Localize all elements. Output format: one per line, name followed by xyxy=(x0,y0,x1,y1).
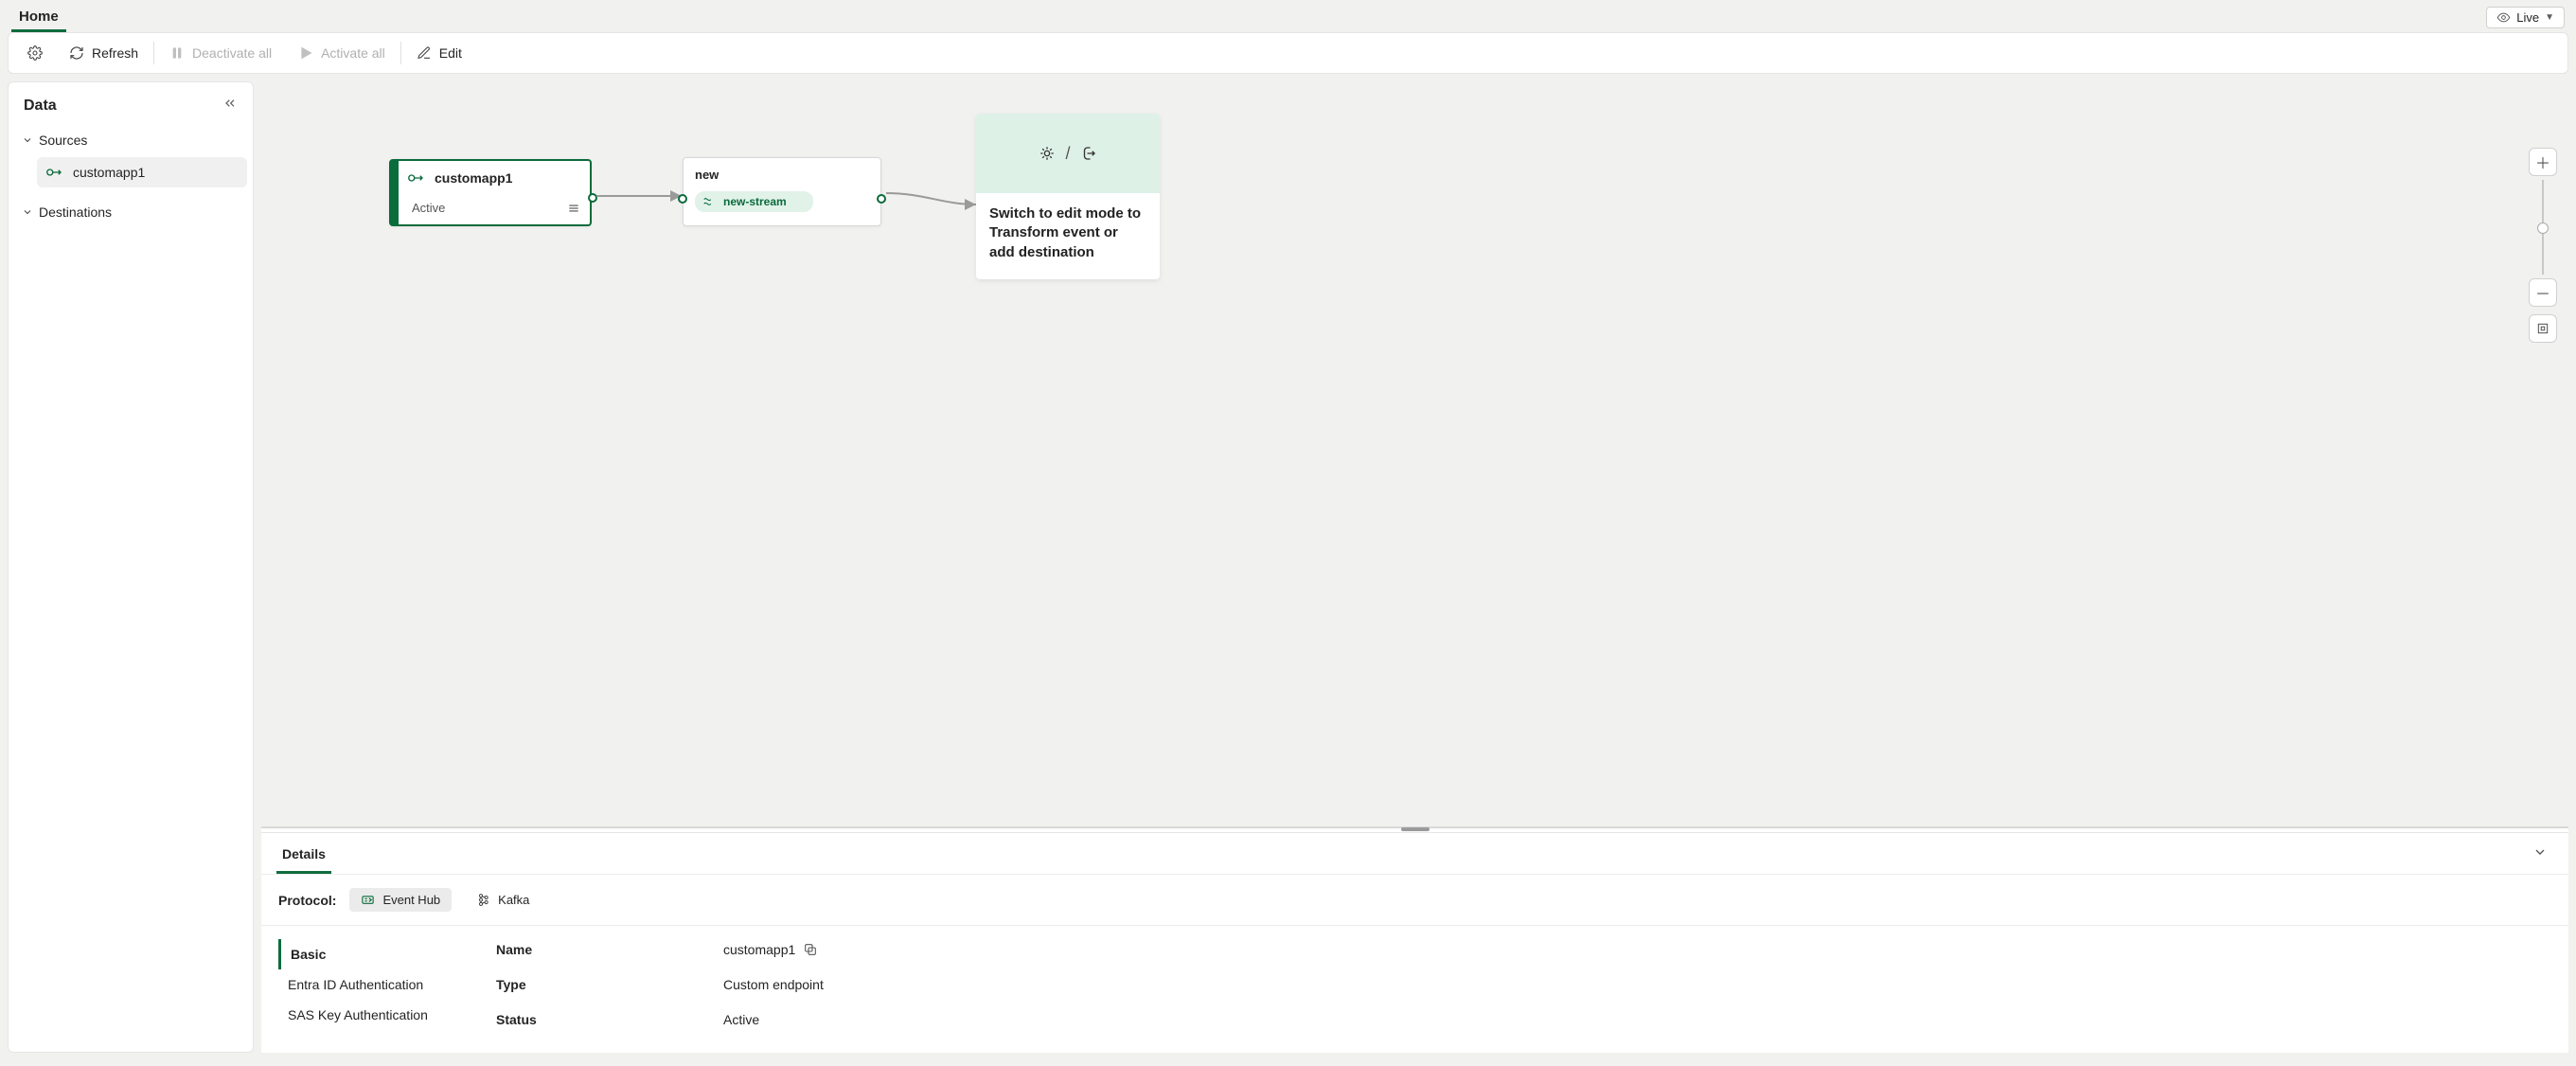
activate-label: Activate all xyxy=(321,45,385,61)
zoom-controls: ＋ － xyxy=(2529,148,2557,343)
activate-all-button: Activate all xyxy=(285,33,399,73)
auth-entra[interactable]: Entra ID Authentication xyxy=(278,969,458,1000)
chevron-down-icon: ▼ xyxy=(2545,12,2554,23)
auth-sas[interactable]: SAS Key Authentication xyxy=(278,1000,458,1030)
kv-status-value: Active xyxy=(723,1012,759,1027)
chevron-down-icon xyxy=(2532,844,2548,860)
deactivate-all-button: Deactivate all xyxy=(156,33,285,73)
zoom-out-button[interactable]: － xyxy=(2529,278,2557,307)
kv-type-value: Custom endpoint xyxy=(723,977,824,992)
details-kv: Name customapp1 Type Custom endpoint Sta… xyxy=(496,939,824,1030)
play-icon xyxy=(298,45,313,61)
edge xyxy=(596,188,687,207)
chevron-down-icon xyxy=(22,134,33,146)
sources-section[interactable]: Sources xyxy=(14,125,247,155)
details-panel: Details Protocol: Event Hub Kafka Ba xyxy=(261,832,2568,1053)
kv-type-label: Type xyxy=(496,977,723,992)
endpoint-icon xyxy=(408,172,425,184)
auth-list: Basic Entra ID Authentication SAS Key Au… xyxy=(278,939,458,1030)
input-port[interactable] xyxy=(678,194,687,204)
refresh-button[interactable]: Refresh xyxy=(56,33,151,73)
sources-label: Sources xyxy=(39,133,87,148)
zoom-fit-button[interactable] xyxy=(2529,314,2557,343)
live-mode-button[interactable]: Live ▼ xyxy=(2486,7,2565,28)
protocol-kafka-label: Kafka xyxy=(498,893,529,907)
node-title: customapp1 xyxy=(435,170,512,186)
canvas[interactable]: customapp1 Active new xyxy=(261,81,2568,826)
collapse-sidebar-icon[interactable] xyxy=(222,96,238,115)
node-source-customapp1[interactable]: customapp1 Active xyxy=(389,159,592,226)
separator xyxy=(400,42,401,64)
collapse-details-button[interactable] xyxy=(2527,839,2553,868)
deactivate-label: Deactivate all xyxy=(192,45,272,61)
splitter[interactable] xyxy=(261,826,2568,832)
kv-name-value: customapp1 xyxy=(723,942,795,957)
kafka-icon xyxy=(476,893,490,907)
sidebar-item-label: customapp1 xyxy=(73,165,145,180)
menu-icon[interactable] xyxy=(567,202,580,215)
edit-icon xyxy=(417,45,432,61)
separator xyxy=(153,42,154,64)
tab-home[interactable]: Home xyxy=(11,3,66,32)
stream-icon xyxy=(702,195,716,208)
node-title: new xyxy=(695,168,869,182)
copy-icon[interactable] xyxy=(803,942,818,957)
edit-button[interactable]: Edit xyxy=(403,33,475,73)
sidebar: Data Sources customapp1 Destinations xyxy=(8,81,254,1053)
output-port[interactable] xyxy=(877,194,886,204)
tab-details[interactable]: Details xyxy=(276,833,331,874)
endpoint-icon xyxy=(46,167,63,178)
protocol-eventhub-label: Event Hub xyxy=(382,893,440,907)
fit-icon xyxy=(2536,322,2549,335)
protocol-eventhub[interactable]: Event Hub xyxy=(349,888,452,912)
chip-label: new-stream xyxy=(723,195,787,208)
zoom-slider-thumb[interactable] xyxy=(2537,222,2549,234)
pause-icon xyxy=(169,45,185,61)
auth-basic[interactable]: Basic xyxy=(278,939,458,969)
placeholder-message: Switch to edit mode to Transform event o… xyxy=(976,193,1160,279)
settings-button[interactable] xyxy=(14,33,56,73)
eventhub-icon xyxy=(361,893,375,907)
edge xyxy=(886,186,981,214)
zoom-in-button[interactable]: ＋ xyxy=(2529,148,2557,176)
node-status: Active xyxy=(412,201,445,215)
refresh-label: Refresh xyxy=(92,45,138,61)
toolbar: Refresh Deactivate all Activate all Edit xyxy=(8,32,2568,74)
sidebar-title: Data xyxy=(24,98,57,115)
chevron-down-icon xyxy=(22,206,33,218)
output-icon xyxy=(1080,145,1097,162)
eye-icon xyxy=(2496,10,2511,25)
gear-icon xyxy=(27,45,43,61)
protocol-kafka[interactable]: Kafka xyxy=(465,888,541,912)
destinations-label: Destinations xyxy=(39,204,112,220)
live-label: Live xyxy=(2516,10,2539,25)
slash: / xyxy=(1065,144,1070,164)
refresh-icon xyxy=(69,45,84,61)
stream-chip[interactable]: new-stream xyxy=(695,191,813,212)
node-destination-placeholder[interactable]: / Switch to edit mode to Transform event… xyxy=(976,114,1160,279)
protocol-label: Protocol: xyxy=(278,893,336,908)
edit-label: Edit xyxy=(439,45,462,61)
sidebar-item-customapp1[interactable]: customapp1 xyxy=(37,157,247,187)
kv-status-label: Status xyxy=(496,1012,723,1027)
zoom-slider[interactable] xyxy=(2542,180,2544,275)
kv-name-label: Name xyxy=(496,942,723,957)
transform-icon xyxy=(1039,145,1056,162)
destinations-section[interactable]: Destinations xyxy=(14,197,247,227)
node-stream-new[interactable]: new new-stream xyxy=(683,157,881,226)
